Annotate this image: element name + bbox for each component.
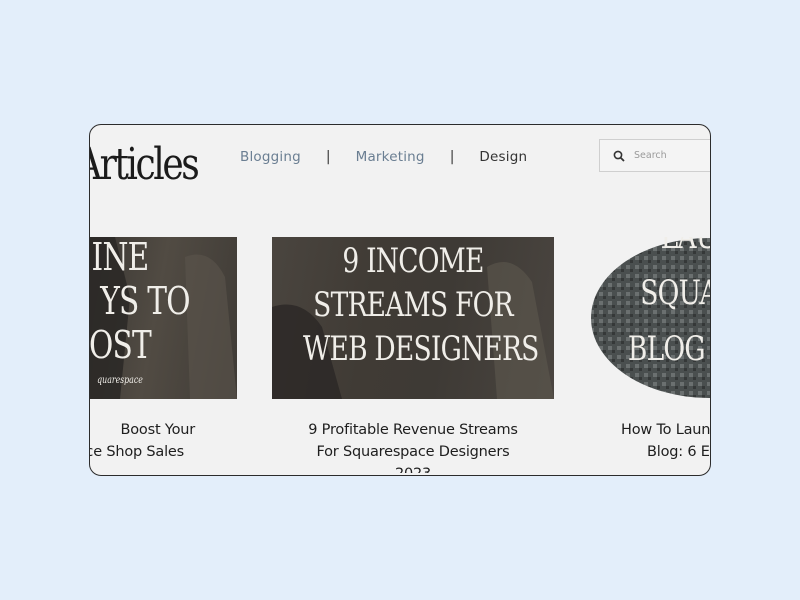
article-title-line: Blog: 6 Ea <box>647 444 710 460</box>
article-title-line: ce Shop Sales <box>89 444 184 460</box>
thumbnail-title-line: YS TO <box>100 279 190 323</box>
article-title-line: Boost Your <box>120 422 196 438</box>
article-title-line: 9 Profitable Revenue Streams <box>308 422 518 438</box>
article-title-line: How To Laun <box>621 422 711 438</box>
main-nav: Blogging | Marketing | Design <box>240 149 527 165</box>
nav-separator: | <box>325 149 331 165</box>
nav-separator: | <box>449 149 455 165</box>
article-thumbnail[interactable]: INE YS TO OST quarespace <box>90 237 237 399</box>
thumbnail-title-line: WEB DESIGNERS <box>303 329 539 369</box>
article-title[interactable]: 9 Profitable Revenue Streams For Squares… <box>272 419 554 473</box>
article-title[interactable]: How To Laun Blog: 6 Ea <box>621 419 711 463</box>
thumbnail-subtitle: quarespace <box>97 375 143 386</box>
nav-design[interactable]: Design <box>479 149 527 165</box>
article-thumbnail[interactable]: 9 INCOME STREAMS FOR WEB DESIGNERS <box>272 237 554 399</box>
browser-frame: Articles Blogging | Marketing | Design S… <box>89 124 711 476</box>
thumbnail-title-line: BLOG I <box>627 329 710 369</box>
nav-blogging[interactable]: Blogging <box>240 149 301 165</box>
article-title-line: 2023 <box>272 463 554 473</box>
article-thumbnail[interactable]: LAU SQUA BLOG I <box>589 237 710 399</box>
thumbnail-title-line: OST <box>90 323 152 367</box>
thumbnail-title-line: SQUA <box>640 273 710 313</box>
thumbnail-title-line: INE <box>91 237 150 279</box>
article-title-line: For Squarespace Designers <box>316 444 510 460</box>
nav-marketing[interactable]: Marketing <box>356 149 425 165</box>
thumbnail-title-line: STREAMS FOR <box>313 285 513 325</box>
search-input[interactable]: Search <box>599 139 710 172</box>
thumbnail-title-line: LAU <box>660 237 710 257</box>
site-logo[interactable]: Articles <box>90 139 200 190</box>
search-icon <box>613 150 625 162</box>
thumbnail-title-line: 9 INCOME <box>342 241 484 281</box>
thumbnail-photo <box>591 238 710 398</box>
search-placeholder: Search <box>634 150 667 161</box>
article-title[interactable]: Boost Your ce Shop Sales <box>89 419 230 463</box>
